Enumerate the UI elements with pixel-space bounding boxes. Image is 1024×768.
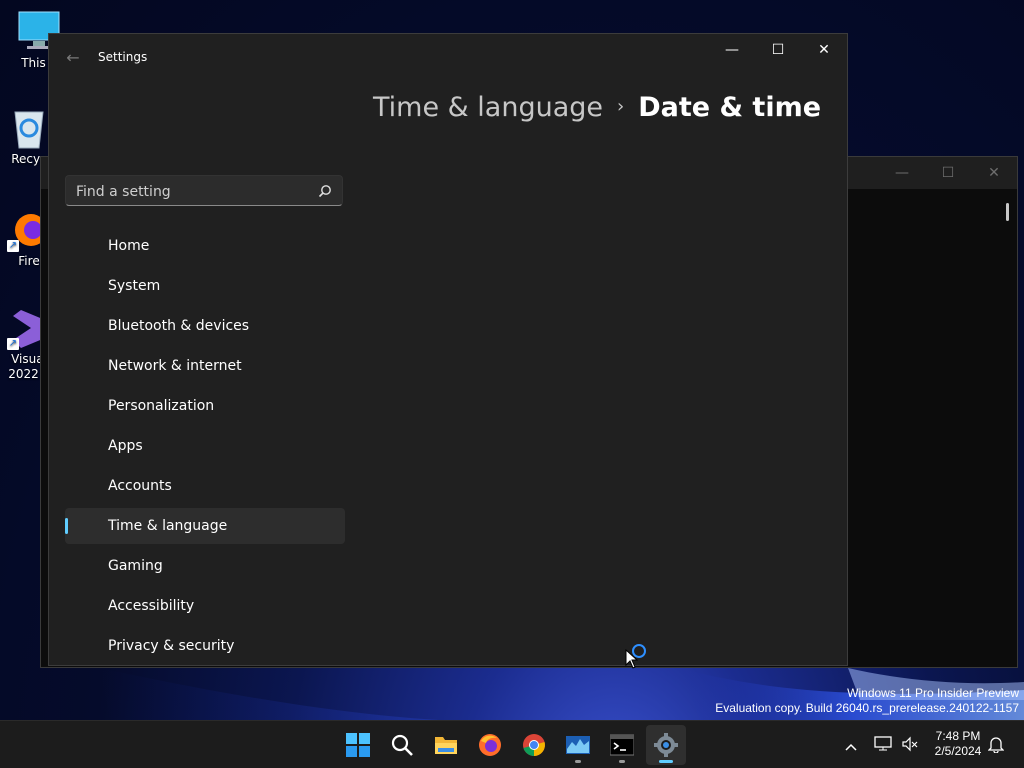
shortcut-arrow-icon: ↗: [7, 240, 19, 252]
sidebar-item-label: Personalization: [108, 398, 215, 414]
sidebar-item-accounts[interactable]: Accounts: [65, 468, 345, 504]
back-arrow-icon[interactable]: ←: [63, 48, 83, 68]
search-box[interactable]: [65, 175, 343, 207]
file-explorer-icon: [435, 737, 457, 754]
sidebar-item-time-language[interactable]: Time & language: [65, 508, 345, 544]
sidebar-item-label: Bluetooth & devices: [108, 318, 250, 334]
taskbar-search-button[interactable]: [382, 725, 422, 765]
sidebar-item-label: Apps: [108, 438, 143, 454]
sidebar-item-personalization[interactable]: Personalization: [65, 388, 345, 424]
sidebar-item-label: Accounts: [108, 478, 172, 494]
taskbar-file-explorer[interactable]: [426, 725, 466, 765]
breadcrumb-parent-link[interactable]: Time & language: [373, 92, 603, 123]
network-icon[interactable]: [874, 735, 892, 757]
settings-icon: [654, 733, 678, 757]
start-button[interactable]: [338, 725, 378, 765]
terminal-icon: [610, 734, 634, 756]
recycle-bin-icon: [7, 106, 51, 150]
system-clock[interactable]: 7:48 PM 2/5/2024: [926, 729, 990, 759]
start-icon: [346, 733, 370, 757]
clock-date: 2/5/2024: [934, 744, 982, 758]
background-maximize-button[interactable]: ☐: [925, 157, 971, 189]
sidebar-item-label: System: [108, 278, 161, 294]
sidebar-item-home[interactable]: Home: [65, 228, 345, 264]
shortcut-arrow-icon: ↗: [7, 338, 19, 350]
taskbar-chrome[interactable]: [514, 725, 554, 765]
sidebar-item-privacy-security[interactable]: Privacy & security: [65, 628, 345, 664]
sidebar-item-label: Privacy & security: [108, 638, 235, 654]
watermark-line-2: Evaluation copy. Build 26040.rs_prerelea…: [715, 701, 1019, 715]
chevron-right-icon: ›: [617, 96, 625, 117]
taskbar-terminal[interactable]: [602, 725, 642, 765]
taskbar-task-manager[interactable]: [558, 725, 598, 765]
background-close-button[interactable]: ✕: [971, 157, 1017, 189]
running-indicator: [575, 760, 581, 763]
background-scrollbar[interactable]: [1006, 203, 1009, 221]
sidebar-item-accessibility[interactable]: Accessibility: [65, 588, 345, 624]
evaluation-watermark: Windows 11 Pro Insider Preview Evaluatio…: [715, 686, 1019, 716]
breadcrumb: Time & language › Date & time: [373, 92, 821, 123]
sidebar-item-label: Accessibility: [108, 598, 195, 614]
taskbar-firefox[interactable]: [470, 725, 510, 765]
settings-window: ← Settings — ☐ ✕ Time & language › Date & …: [48, 33, 848, 666]
sidebar-item-gaming[interactable]: Gaming: [65, 548, 345, 584]
taskbar-settings[interactable]: [646, 725, 686, 765]
firefox-icon: [479, 734, 501, 756]
title-bar[interactable]: ← Settings — ☐ ✕: [49, 34, 847, 82]
minimize-button[interactable]: —: [709, 34, 755, 66]
watermark-line-1: Windows 11 Pro Insider Preview: [847, 686, 1019, 700]
sidebar-item-label: Time & language: [108, 518, 228, 534]
selection-indicator: [65, 518, 68, 534]
taskbar: 7:48 PM 2/5/2024: [0, 720, 1024, 768]
close-button[interactable]: ✕: [801, 34, 847, 66]
sidebar-item-label: Home: [108, 238, 150, 254]
page-title: Date & time: [638, 92, 822, 123]
mouse-cursor-icon: [625, 649, 639, 669]
notification-bell-icon[interactable]: [987, 735, 1005, 757]
sidebar-item-system[interactable]: System: [65, 268, 345, 304]
sidebar-item-label: Network & internet: [108, 358, 242, 374]
active-indicator: [659, 760, 673, 763]
sidebar-item-label: Gaming: [108, 558, 163, 574]
running-indicator: [619, 760, 625, 763]
background-minimize-button[interactable]: —: [879, 157, 925, 189]
chrome-icon: [523, 734, 545, 756]
search-icon[interactable]: [318, 184, 332, 198]
sidebar-item-bluetooth-devices[interactable]: Bluetooth & devices: [65, 308, 345, 344]
show-hidden-icons-chevron-up-icon[interactable]: [845, 737, 857, 756]
app-title: Settings: [98, 50, 148, 64]
search-input[interactable]: [66, 176, 318, 207]
volume-muted-icon[interactable]: [901, 735, 919, 757]
task-manager-icon: [566, 736, 590, 754]
maximize-button[interactable]: ☐: [755, 34, 801, 66]
search-icon: [391, 734, 413, 756]
clock-time: 7:48 PM: [935, 729, 981, 743]
sidebar-nav: Home System Bluetooth & devices Network …: [65, 228, 345, 665]
sidebar-item-network-internet[interactable]: Network & internet: [65, 348, 345, 384]
sidebar-item-apps[interactable]: Apps: [65, 428, 345, 464]
